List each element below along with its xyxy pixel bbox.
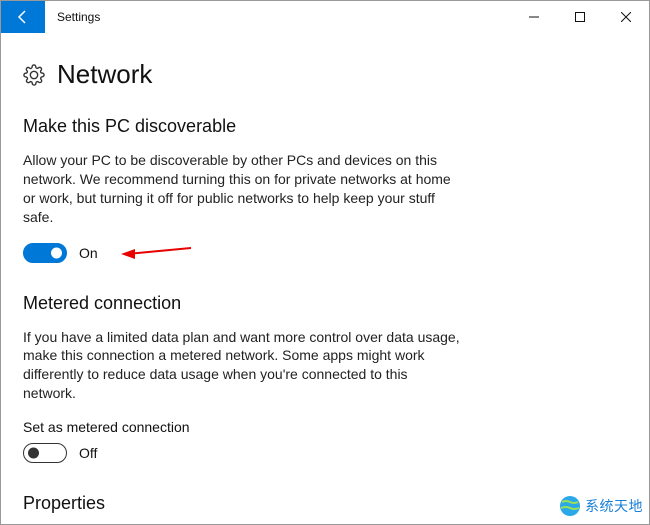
section-desc-discoverable: Allow your PC to be discoverable by othe… xyxy=(23,151,463,227)
toggle-metered[interactable] xyxy=(23,443,67,463)
annotation-arrow-icon xyxy=(121,246,191,262)
arrow-left-icon xyxy=(15,9,31,25)
minimize-button[interactable] xyxy=(511,1,557,33)
section-title-discoverable: Make this PC discoverable xyxy=(23,116,627,137)
toggle-row-discoverable: On xyxy=(23,243,627,263)
toggle-label-metered: Off xyxy=(79,445,97,461)
page-title: Network xyxy=(57,59,152,90)
toggle-knob xyxy=(51,247,62,258)
minimize-icon xyxy=(529,12,539,22)
page-header: Network xyxy=(23,59,627,90)
maximize-button[interactable] xyxy=(557,1,603,33)
window-controls xyxy=(511,1,649,33)
section-desc-metered: If you have a limited data plan and want… xyxy=(23,328,463,404)
content-area: Network Make this PC discoverable Allow … xyxy=(1,33,649,514)
watermark: 系统天地 xyxy=(558,494,643,518)
toggle-discoverable[interactable] xyxy=(23,243,67,263)
toggle-row-metered: Off xyxy=(23,443,627,463)
maximize-icon xyxy=(575,12,585,22)
watermark-text: 系统天地 xyxy=(585,496,643,516)
gear-icon xyxy=(23,64,45,86)
window-title: Settings xyxy=(45,1,511,33)
section-title-metered: Metered connection xyxy=(23,293,627,314)
toggle-label-discoverable: On xyxy=(79,245,98,261)
back-button[interactable] xyxy=(1,1,45,33)
metered-sub-label: Set as metered connection xyxy=(23,419,627,435)
section-title-properties: Properties xyxy=(23,493,627,514)
titlebar: Settings xyxy=(1,1,649,33)
globe-icon xyxy=(558,494,582,518)
toggle-knob xyxy=(28,448,39,459)
close-icon xyxy=(621,12,631,22)
close-button[interactable] xyxy=(603,1,649,33)
